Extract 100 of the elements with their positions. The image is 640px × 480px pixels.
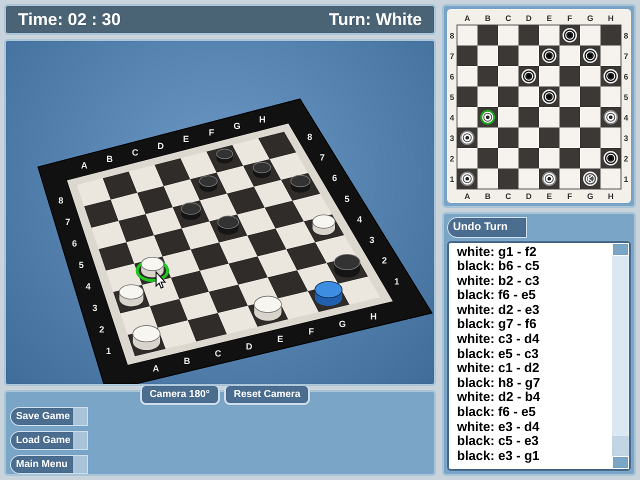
board-coordinate: D xyxy=(526,14,532,23)
board-coordinate: 5 xyxy=(78,260,84,270)
board-coordinate: 6 xyxy=(72,238,78,249)
board-coordinate: 3 xyxy=(369,235,374,246)
board-coordinate: D xyxy=(246,341,252,352)
board-coordinate: 7 xyxy=(65,217,70,228)
move-entry: white: g1 - f2 xyxy=(457,244,538,260)
camera-button[interactable]: Camera 180° xyxy=(140,384,220,405)
board-coordinate: D xyxy=(526,192,532,201)
board-coordinate: E xyxy=(546,192,552,201)
board-coordinate: 6 xyxy=(450,72,454,82)
checker-piece[interactable] xyxy=(252,162,272,178)
board-coordinate: 5 xyxy=(624,92,628,102)
board-coordinate: 2 xyxy=(382,256,387,266)
undo-turn-button[interactable]: Undo Turn xyxy=(447,217,527,238)
board-coordinate: G xyxy=(338,318,346,329)
checker-piece[interactable] xyxy=(254,296,282,321)
menu-button[interactable]: Save Game xyxy=(10,407,88,426)
move-entry: white: b2 - c3 xyxy=(457,274,540,288)
menu-button[interactable]: Main Menu xyxy=(10,455,88,474)
board-coordinate: 1 xyxy=(394,276,400,286)
turn-indicator: Turn: White xyxy=(328,8,422,31)
checker-piece[interactable] xyxy=(312,214,336,235)
board-coordinate: 1 xyxy=(624,174,628,184)
board-coordinate: B xyxy=(106,154,113,164)
scrollbar[interactable] xyxy=(612,242,629,469)
board-coordinate: E xyxy=(277,334,284,344)
board-coordinate: 8 xyxy=(624,31,628,40)
board-coordinate: B xyxy=(484,192,491,201)
board-coordinate: 4 xyxy=(624,113,628,122)
checker-piece[interactable] xyxy=(180,202,201,220)
checker-piece[interactable] xyxy=(118,284,144,306)
board-coordinate: 1 xyxy=(450,174,454,184)
board-coordinate: H xyxy=(608,192,614,201)
board-coordinate: 7 xyxy=(450,52,454,61)
move-entry: white: c1 - d2 xyxy=(457,361,540,376)
move-entry: black: b6 - c5 xyxy=(457,259,540,274)
board-coordinate: F xyxy=(308,326,314,336)
board-coordinate: 2 xyxy=(99,324,104,335)
board-coordinate: E xyxy=(546,14,552,23)
board-coordinate: 5 xyxy=(450,92,454,102)
checker-piece[interactable] xyxy=(334,254,360,278)
board-coordinate: B xyxy=(184,356,190,366)
board-coordinate: 6 xyxy=(624,72,628,82)
move-entry: white: d2 - b4 xyxy=(457,390,542,406)
board-coordinate: F xyxy=(567,14,572,23)
board-coordinate: 3 xyxy=(92,303,98,314)
board-coordinate: F xyxy=(208,128,214,138)
board-coordinate: G xyxy=(587,14,594,23)
move-entry: black: f6 - e5 xyxy=(457,288,537,303)
move-entry: black: g7 - f6 xyxy=(457,317,538,332)
camera-button[interactable]: Reset Camera xyxy=(224,384,310,405)
scroll-down-icon[interactable] xyxy=(612,456,629,469)
scroll-up-icon[interactable] xyxy=(612,242,629,256)
checker-piece[interactable] xyxy=(216,148,234,164)
board-coordinate: 3 xyxy=(624,134,628,143)
board-coordinate: C xyxy=(132,147,138,158)
move-entry: black: f6 - e5 xyxy=(457,405,537,420)
checker-piece[interactable] xyxy=(132,325,160,350)
board-coordinate: 7 xyxy=(320,152,325,163)
board-coordinate: C xyxy=(505,192,512,201)
timer-text: Time: 02 : 30 xyxy=(18,8,121,31)
king-piece[interactable] xyxy=(314,281,342,306)
board-coordinate: G xyxy=(587,192,594,201)
board-coordinate: G xyxy=(233,121,240,131)
board-coordinate: 8 xyxy=(307,132,312,142)
board-coordinate: H xyxy=(370,311,377,322)
board-coordinate: A xyxy=(80,160,88,170)
board-coordinate: H xyxy=(608,14,614,23)
menu-button[interactable]: Load Game xyxy=(10,431,88,450)
move-entry: black: h8 - g7 xyxy=(457,376,542,390)
board-coordinate: E xyxy=(183,134,190,144)
board-coordinate: A xyxy=(464,14,470,23)
board-coordinate: A xyxy=(152,364,160,374)
checkerboard-drawing[interactable] xyxy=(37,98,433,384)
move-entry: black: e3 - g1 xyxy=(457,448,540,464)
board-coordinate: D xyxy=(157,140,164,151)
board-coordinate: 7 xyxy=(624,52,628,61)
move-entry: white: e3 - d4 xyxy=(457,420,540,434)
board-coordinate: 2 xyxy=(624,154,628,164)
minimap-board[interactable]: A B C D E F G H A B C D E F G H 8 7 6 5 4 3 2 1 8 7 6 5 4 3 2 1 xyxy=(447,9,631,203)
board-coordinate: B xyxy=(484,14,491,23)
board-coordinate: 4 xyxy=(86,282,91,292)
board-coordinate: C xyxy=(505,14,512,23)
move-entry: white: d2 - e3 xyxy=(457,302,540,318)
board-coordinate: 6 xyxy=(332,173,338,184)
board-coordinate: 8 xyxy=(58,196,64,206)
board-coordinate: F xyxy=(567,192,572,201)
pointer-cursor-icon xyxy=(156,270,166,289)
board-coordinate: 4 xyxy=(356,214,362,224)
board-coordinate: 5 xyxy=(344,194,350,204)
checker-piece[interactable] xyxy=(217,216,239,235)
checker-piece[interactable] xyxy=(199,175,218,192)
board-coordinate: H xyxy=(259,114,266,124)
scroll-thumb[interactable] xyxy=(612,436,629,456)
checker-piece[interactable] xyxy=(290,174,310,193)
board-coordinate: 1 xyxy=(106,346,112,356)
board-coordinate: 8 xyxy=(450,31,454,40)
board-coordinate: 2 xyxy=(450,154,454,164)
board-coordinate: C xyxy=(214,348,222,359)
